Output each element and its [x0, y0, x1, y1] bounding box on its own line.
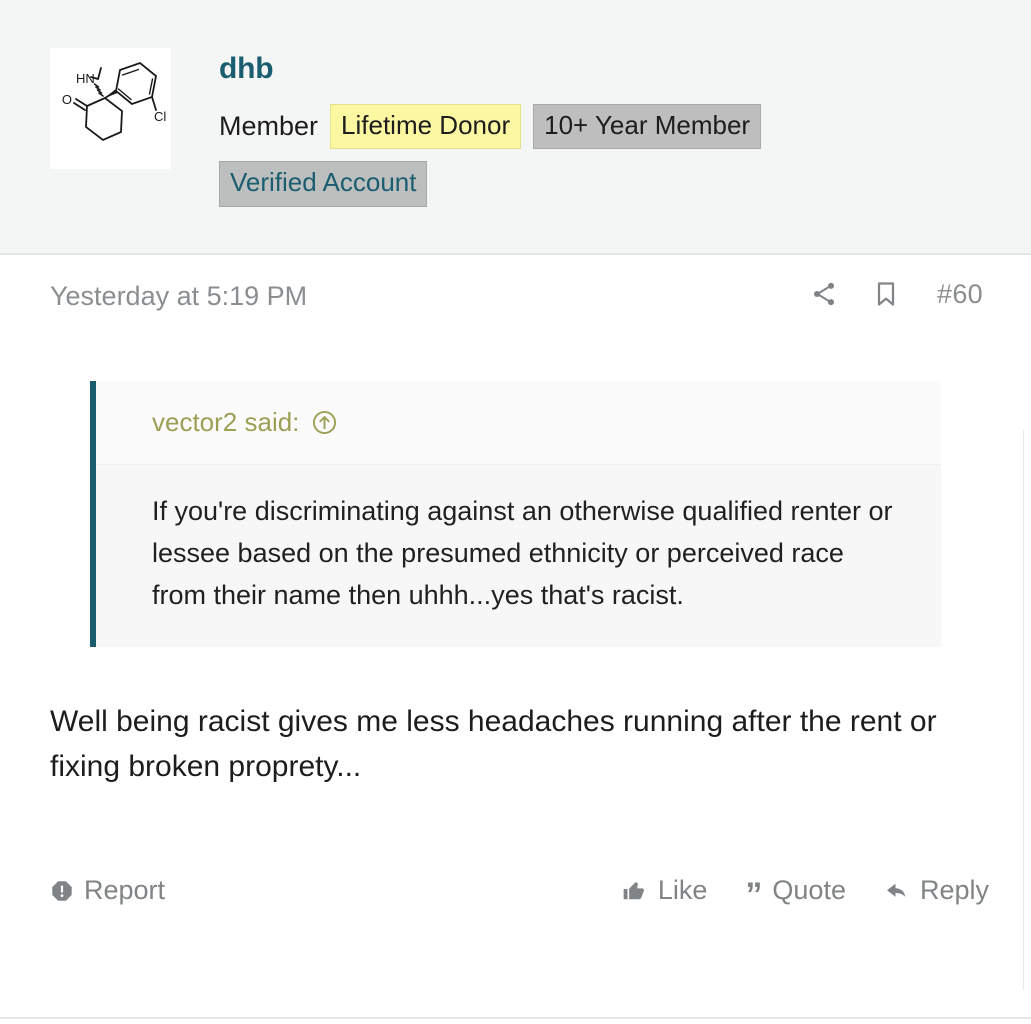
quote-attribution-text[interactable]: vector2 said:: [152, 407, 299, 438]
quote-container: vector2 said: If you're discriminating a…: [50, 381, 981, 647]
quote-label: Quote: [772, 875, 846, 906]
quote-body: If you're discriminating against an othe…: [96, 465, 941, 647]
post-bottom-divider: [0, 1017, 1031, 1019]
scrollbar-track[interactable]: [1023, 430, 1024, 990]
author-username[interactable]: dhb: [219, 54, 274, 84]
report-octagon-icon: [50, 879, 74, 903]
like-button[interactable]: Like: [622, 875, 708, 906]
report-button[interactable]: Report: [50, 877, 165, 904]
share-icon[interactable]: [809, 279, 839, 309]
badge-lifetime-donor: Lifetime Donor: [330, 104, 522, 150]
bookmark-icon[interactable]: [871, 279, 901, 309]
quote-text: If you're discriminating against an othe…: [152, 496, 893, 610]
post-number[interactable]: #60: [937, 279, 983, 310]
quote-attribution-row: vector2 said:: [96, 381, 941, 465]
post-meta-row: Yesterday at 5:19 PM #60: [0, 255, 1031, 333]
svg-text:Cl: Cl: [154, 109, 166, 124]
author-info: dhb Member Lifetime Donor 10+ Year Membe…: [219, 48, 819, 207]
circled-up-arrow-icon[interactable]: [311, 409, 338, 436]
quote-marks-icon: ”: [745, 876, 763, 915]
post-actions-footer: Report Like ” Quote Reply: [0, 849, 1031, 933]
badge-10-year-member: 10+ Year Member: [533, 104, 762, 150]
quote-button[interactable]: ” Quote: [745, 875, 846, 915]
like-label: Like: [657, 875, 708, 906]
svg-text:O: O: [62, 92, 72, 107]
forum-post: O HN Cl dhb Member Lifetime Donor 10+ Ye…: [0, 0, 1031, 1024]
avatar[interactable]: O HN Cl: [50, 48, 171, 169]
svg-text:HN: HN: [76, 71, 95, 86]
post-timestamp[interactable]: Yesterday at 5:19 PM: [50, 281, 307, 312]
post-body-text: Well being racist gives me less headache…: [50, 704, 937, 783]
footer-left-actions: Report: [50, 877, 165, 904]
post-author-header: O HN Cl dhb Member Lifetime Donor 10+ Ye…: [0, 0, 1031, 255]
thumbs-up-icon: [622, 878, 648, 904]
post-meta-actions: #60: [809, 279, 983, 310]
reply-button[interactable]: Reply: [884, 877, 989, 904]
badge-verified-account: Verified Account: [219, 161, 428, 207]
reply-arrow-icon: [884, 878, 910, 904]
post-body: Well being racist gives me less headache…: [0, 663, 1031, 789]
footer-right-actions: Like ” Quote Reply: [622, 875, 989, 915]
ketamine-structure-icon: O HN Cl: [50, 48, 171, 169]
blockquote: vector2 said: If you're discriminating a…: [90, 381, 941, 647]
report-label: Report: [84, 875, 166, 906]
reply-label: Reply: [919, 875, 989, 906]
author-badges: Member Lifetime Donor 10+ Year Member Ve…: [219, 104, 819, 207]
author-title: Member: [219, 110, 319, 141]
